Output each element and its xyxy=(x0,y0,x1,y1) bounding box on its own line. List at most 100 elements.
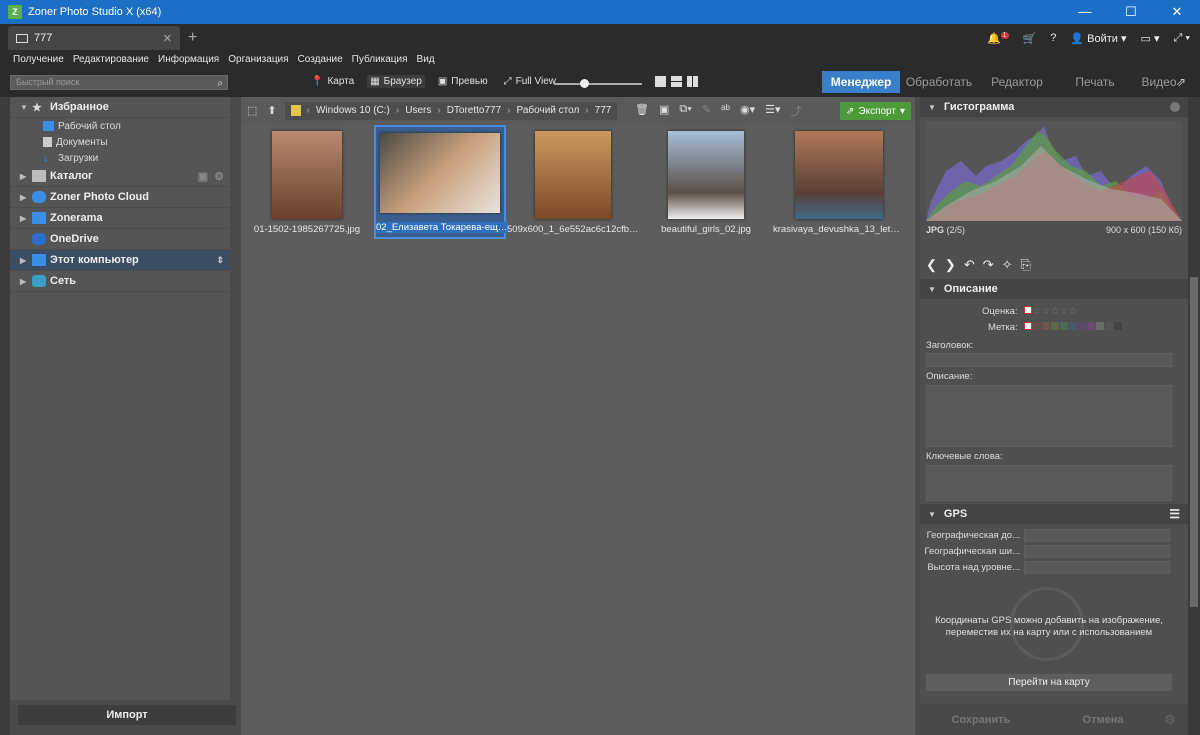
settings-icon[interactable]: ⚙ xyxy=(1164,712,1188,728)
tree-catalog[interactable]: ▶ Каталог ▣ ⚙ xyxy=(10,166,230,187)
edit-icon[interactable]: ⎘ xyxy=(1021,257,1031,273)
prev-icon[interactable]: ❮ xyxy=(926,257,937,273)
tree-desktop[interactable]: Рабочий стол xyxy=(10,118,230,134)
crumb-folder[interactable]: 777 xyxy=(595,105,612,116)
share-icon[interactable]: ⤴ xyxy=(791,103,802,119)
altitude-field[interactable] xyxy=(1024,560,1170,574)
login-button[interactable]: 👤 Войти ▾ xyxy=(1070,32,1126,45)
chevron-down-icon: ▾ xyxy=(899,105,905,117)
menu-item-info[interactable]: Информация xyxy=(158,54,219,65)
tree-cloud[interactable]: ▶ Zoner Photo Cloud xyxy=(10,187,230,208)
search-input[interactable]: Быстрый поиск ⌕ xyxy=(10,75,228,90)
maximize-button[interactable]: ☐ xyxy=(1108,0,1154,24)
tree-network[interactable]: ▶ Сеть xyxy=(10,271,230,292)
crumb-desktop[interactable]: Рабочий стол xyxy=(517,105,580,116)
thumbnail-caption: 02_Елизавета Токарева-еще... xyxy=(376,222,508,233)
import-button[interactable]: Импорт xyxy=(18,705,236,725)
tools-icon[interactable]: ✧ xyxy=(1002,257,1013,273)
delete-icon[interactable]: 🗑 xyxy=(635,103,649,119)
folder-icon xyxy=(290,105,301,116)
layout-rows-icon[interactable] xyxy=(671,76,682,87)
minimize-button[interactable]: — xyxy=(1062,0,1108,24)
description-field[interactable] xyxy=(926,385,1172,447)
notifications-icon[interactable]: 🔔 1 xyxy=(987,31,1009,45)
header-field[interactable] xyxy=(926,353,1172,367)
external-link-icon[interactable]: ⇗ xyxy=(1176,75,1186,89)
browser-view-button[interactable]: ▦ Браузер xyxy=(367,75,425,88)
menu-item-import[interactable]: Получение xyxy=(13,54,64,65)
layout-single-icon[interactable] xyxy=(655,76,666,87)
latitude-field[interactable] xyxy=(1024,528,1170,542)
scrollbar-thumb[interactable] xyxy=(1190,277,1198,607)
thumbnail-item[interactable]: 509x600_1_6e552ac6c12cfbb... xyxy=(507,127,639,241)
slider-knob[interactable] xyxy=(580,79,589,88)
mode-editor[interactable]: Редактор xyxy=(978,71,1056,93)
menu-item-publish[interactable]: Публикация xyxy=(352,54,408,65)
menu-item-edit[interactable]: Редактирование xyxy=(73,54,149,65)
batch-rename-icon[interactable]: ab xyxy=(721,103,730,119)
thumbnail-item-selected[interactable]: 02_Елизавета Токарева-еще... xyxy=(374,125,508,239)
app-icon: Z xyxy=(8,5,22,19)
next-icon[interactable]: ❯ xyxy=(945,257,956,273)
tree-this-pc[interactable]: ▶ Этот компьютер ⇕ xyxy=(10,250,230,271)
description-header[interactable]: ▼ Описание xyxy=(920,279,1188,299)
settings-icon[interactable]: ⚙ xyxy=(214,170,224,183)
rating-stars[interactable]: ☆☆☆☆☆ xyxy=(1023,305,1077,317)
tab-777[interactable]: 777 ✕ xyxy=(8,26,180,50)
mode-process[interactable]: Обработать xyxy=(900,71,978,93)
menu-item-view[interactable]: Вид xyxy=(417,54,435,65)
tree-downloads[interactable]: ↓ Загрузки xyxy=(10,150,230,166)
altitude-label: Высота над уровне... xyxy=(927,561,1020,573)
longitude-field[interactable] xyxy=(1024,544,1170,558)
new-tab-button[interactable]: + xyxy=(188,26,197,50)
left-edge-handle[interactable] xyxy=(0,97,10,735)
save-button[interactable]: Сохранить xyxy=(920,714,1042,726)
preview-view-button[interactable]: ▣ Превью xyxy=(435,75,491,88)
tree-onedrive[interactable]: OneDrive xyxy=(10,229,230,250)
tree-favorites[interactable]: ▼ ★ Избранное xyxy=(10,97,230,118)
menu-item-create[interactable]: Создание xyxy=(298,54,343,65)
tree-documents[interactable]: Документы xyxy=(10,134,230,150)
right-scrollbar[interactable] xyxy=(1188,97,1200,735)
copy-icon[interactable]: ⧉▾ xyxy=(679,103,691,119)
select-icon[interactable]: ⬚ xyxy=(247,104,257,117)
gps-header[interactable]: ▼ GPS ☰ xyxy=(920,504,1188,524)
mode-print[interactable]: Печать xyxy=(1056,71,1134,93)
thumbnail-item[interactable]: krasivaya_devushka_13_let_2... xyxy=(773,127,905,241)
folder-up-icon[interactable]: ⬆ xyxy=(267,104,276,117)
preview-icon: ▣ xyxy=(437,76,448,87)
export-button[interactable]: ⇗ Экспорт ▾ xyxy=(840,102,911,120)
photo-thumbnail xyxy=(272,131,342,219)
mode-manager[interactable]: Менеджер xyxy=(822,71,900,93)
menu-item-organize[interactable]: Организация xyxy=(228,54,288,65)
crumb-user[interactable]: DToretto777 xyxy=(447,105,501,116)
add-folder-icon[interactable]: ▣ xyxy=(198,170,208,183)
rotate-left-icon[interactable]: ↶ xyxy=(964,257,975,273)
keywords-field[interactable] xyxy=(926,465,1172,501)
fullview-button[interactable]: ⤢ Full View xyxy=(501,75,559,88)
color-labels[interactable] xyxy=(1023,321,1123,333)
new-folder-icon[interactable]: ▣ xyxy=(659,103,669,119)
monitor-icon[interactable]: ▭ ▾ xyxy=(1141,32,1160,45)
layout-columns-icon[interactable] xyxy=(687,76,698,87)
close-button[interactable]: ✕ xyxy=(1154,0,1200,24)
crumb-drive[interactable]: Windows 10 (C:) xyxy=(316,105,390,116)
cart-icon[interactable]: 🛒 xyxy=(1023,32,1037,45)
view-icon[interactable]: ◉▾ xyxy=(740,103,755,119)
tab-close-icon[interactable]: ✕ xyxy=(163,32,172,45)
thumbnail-item[interactable]: 01-1502-1985267725.jpg xyxy=(241,127,373,241)
thumbnail-size-slider[interactable] xyxy=(554,79,642,88)
tree-zonerama[interactable]: ▶ Zonerama xyxy=(10,208,230,229)
histogram-header[interactable]: ▼ Гистограмма xyxy=(920,97,1188,117)
rename-icon[interactable]: ✎ xyxy=(702,103,711,119)
map-view-button[interactable]: 📍 Карта xyxy=(308,75,357,88)
thumbnail-item[interactable]: beautiful_girls_02.jpg xyxy=(640,127,772,241)
crumb-users[interactable]: Users xyxy=(405,105,431,116)
menu-icon[interactable]: ☰ xyxy=(1169,507,1180,521)
filter-icon[interactable]: ☰▾ xyxy=(765,103,780,119)
cancel-button[interactable]: Отмена xyxy=(1042,714,1164,726)
help-icon[interactable]: ? xyxy=(1050,32,1056,44)
fullscreen-icon[interactable]: ⤢ ▾ xyxy=(1174,32,1190,45)
goto-map-button[interactable]: Перейти на карту xyxy=(926,674,1172,691)
rotate-right-icon[interactable]: ↷ xyxy=(983,257,994,273)
